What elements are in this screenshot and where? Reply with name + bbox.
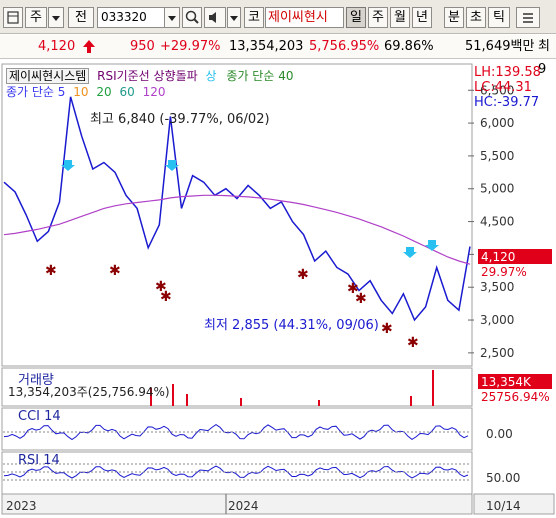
trade-value: 51,649백만 bbox=[465, 39, 535, 54]
volume-value-text: 13,354,203주(25,756.94%) bbox=[8, 385, 170, 399]
volume-ratio: 5,756.95% bbox=[309, 39, 380, 54]
price-tick-label: 5,000 bbox=[480, 182, 514, 196]
chart-area[interactable]: 6,5006,0005,5005,0004,5004,0003,5003,000… bbox=[0, 60, 556, 515]
settings-icon[interactable] bbox=[516, 7, 540, 28]
tab-second[interactable]: 초 bbox=[466, 7, 486, 28]
rsi-panel-label: RSI 14 bbox=[18, 453, 60, 468]
price-tick-label: 5,500 bbox=[480, 149, 514, 163]
volume-bar bbox=[410, 396, 412, 406]
legend-rsi-signal[interactable]: RSI기준선 상향돌파 bbox=[97, 69, 198, 83]
cci-panel-label: CCI 14 bbox=[18, 409, 61, 424]
toolbar: 주 전 033320 코 제이씨현시 일 주 월 년 분 초 틱 bbox=[0, 0, 556, 34]
signal-star-icon: ✱ bbox=[109, 263, 121, 279]
tab-year[interactable]: 년 bbox=[412, 7, 432, 28]
current-price: 4,120 bbox=[38, 39, 76, 54]
volume-bar bbox=[172, 384, 174, 406]
price-tick-label: 3,500 bbox=[480, 280, 514, 294]
legend-ma10[interactable]: 10 bbox=[73, 85, 88, 99]
volume-bar bbox=[432, 370, 434, 406]
stats-box: LH:139.58 LC:44.31 HC:-39.77 bbox=[474, 65, 541, 110]
price-tick-label: 4,500 bbox=[480, 215, 514, 229]
stat-hc: HC:-39.77 bbox=[474, 95, 540, 110]
price-tick-label: 3,000 bbox=[480, 313, 514, 327]
code-dropdown-icon[interactable] bbox=[164, 7, 180, 28]
legend-ma20[interactable]: 20 bbox=[96, 85, 111, 99]
speaker-icon[interactable] bbox=[204, 7, 226, 28]
current-pct-badge: 29.97% bbox=[478, 264, 552, 280]
time-label-current: 10/14 bbox=[486, 499, 521, 513]
legend-ma5[interactable]: 종가 단순 5 bbox=[6, 85, 65, 99]
layout-icon[interactable] bbox=[3, 7, 23, 28]
search-icon[interactable] bbox=[182, 7, 202, 28]
time-label-2023: 2023 bbox=[6, 499, 37, 513]
signal-star-icon: ✱ bbox=[407, 335, 419, 351]
stat-lh: LH:139.58 bbox=[474, 65, 541, 80]
price-tick-label: 2,500 bbox=[480, 346, 514, 360]
signal-star-icon: ✱ bbox=[297, 267, 309, 283]
tab-minute[interactable]: 분 bbox=[444, 7, 464, 28]
volume-badge2: 25756.94% bbox=[478, 389, 552, 405]
volume-bar bbox=[240, 398, 242, 406]
turnover: 69.86% bbox=[384, 39, 434, 54]
price-axis: 6,5006,0005,5005,0004,5004,0003,5003,000… bbox=[468, 83, 514, 360]
market-select[interactable]: 주 bbox=[25, 7, 47, 28]
legend-row1: 제이씨현시스템 RSI기준선 상향돌파 상 종가 단순 40 bbox=[6, 68, 293, 84]
chart-canvas[interactable]: 6,5006,0005,5005,0004,5004,0003,5003,000… bbox=[0, 60, 556, 515]
stock-name-display[interactable]: 제이씨현시 bbox=[265, 7, 344, 28]
volume: 13,354,203 bbox=[229, 39, 304, 54]
legend-ma60[interactable]: 60 bbox=[119, 85, 134, 99]
legend-row2: 종가 단순 5 10 20 60 120 bbox=[6, 84, 166, 100]
signal-star-icon: ✱ bbox=[160, 289, 172, 305]
price-change: 950 bbox=[130, 39, 155, 54]
legend-stock-name[interactable]: 제이씨현시스템 bbox=[6, 68, 90, 84]
price-summary-bar: 4,120 950 +29.97% 13,354,203 5,756.95% 6… bbox=[0, 35, 556, 77]
low-annotation: 최저 2,855 (44.31%, 09/06) bbox=[204, 318, 379, 333]
signal-star-icon: ✱ bbox=[355, 291, 367, 307]
legend-ma120[interactable]: 120 bbox=[143, 85, 166, 99]
tab-day[interactable]: 일 bbox=[346, 7, 366, 28]
price-change-pct: +29.97% bbox=[160, 39, 221, 54]
current-price-badge: 4,120 bbox=[478, 249, 552, 265]
rsi-panel-frame bbox=[1, 451, 473, 495]
volume-bar bbox=[186, 394, 188, 406]
tab-month[interactable]: 월 bbox=[390, 7, 410, 28]
legend-up-label[interactable]: 상 bbox=[206, 69, 217, 83]
signal-star-icon: ✱ bbox=[45, 263, 57, 279]
legend-ma40[interactable]: 종가 단순 40 bbox=[226, 69, 293, 83]
volume-badge: 13,354K bbox=[478, 374, 552, 390]
time-label-2024: 2024 bbox=[228, 499, 259, 513]
period-select[interactable]: 전 bbox=[68, 7, 94, 28]
cci-panel-frame bbox=[1, 407, 473, 451]
stat-lc: LC:44.31 bbox=[474, 80, 532, 95]
sound-dropdown-icon[interactable] bbox=[227, 7, 241, 28]
price-tick-label: 6,000 bbox=[480, 116, 514, 130]
high-annotation: 최고 6,840 (-39.77%, 06/02) bbox=[90, 112, 270, 127]
tab-week[interactable]: 주 bbox=[368, 7, 388, 28]
signal-star-icon: ✱ bbox=[381, 321, 393, 337]
rsi-tick-label: 50.00 bbox=[486, 471, 520, 485]
market-dropdown-icon[interactable] bbox=[48, 7, 64, 28]
volume-bar bbox=[318, 400, 320, 406]
market-tag[interactable]: 코 bbox=[244, 7, 264, 28]
cci-tick-label: 0.00 bbox=[486, 427, 513, 441]
tab-tick[interactable]: 틱 bbox=[488, 7, 510, 28]
